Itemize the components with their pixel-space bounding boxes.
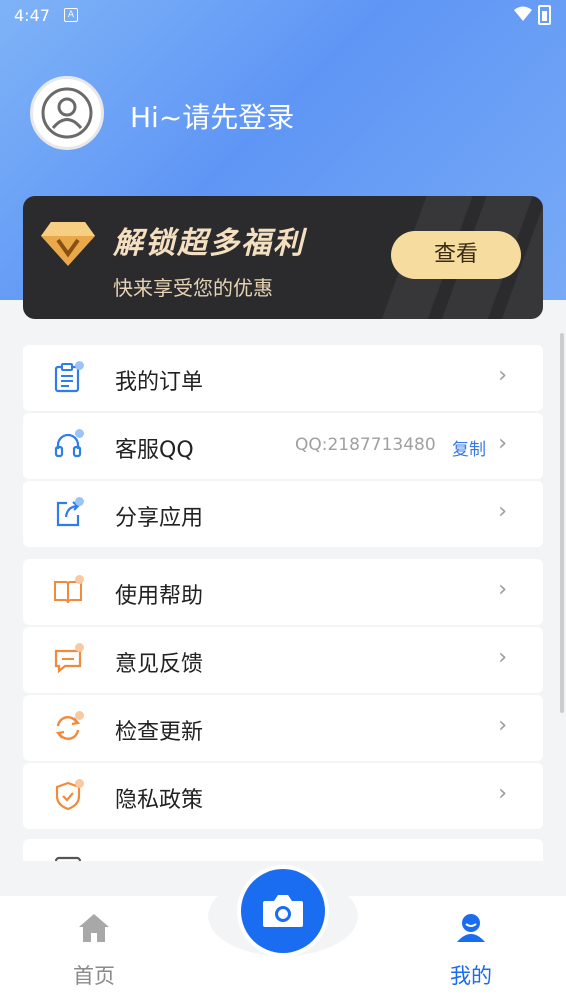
- tab-mine[interactable]: 我的: [421, 912, 521, 990]
- avatar[interactable]: [30, 76, 104, 150]
- wifi-icon: [514, 6, 532, 26]
- menu-item-label: 分享应用: [115, 506, 204, 531]
- login-prompt[interactable]: Hi~请先登录: [130, 96, 294, 136]
- menu-group-account: 我的订单 › 客服QQ QQ:2187713480 复制 › 分享应用 ›: [23, 345, 543, 549]
- icon-accent-dot: [75, 643, 84, 652]
- tab-home-label: 首页: [73, 964, 115, 988]
- menu-item-label: 使用帮助: [115, 584, 204, 609]
- icon-accent-dot: [75, 575, 84, 584]
- user-avatar-icon: [41, 87, 93, 139]
- chevron-right-icon: ›: [498, 713, 507, 738]
- vip-subtitle: 快来享受您的优惠: [113, 276, 273, 300]
- menu-item-share-app[interactable]: 分享应用 ›: [23, 481, 543, 547]
- icon-accent-dot: [75, 779, 84, 788]
- status-time: 4:47: [14, 6, 50, 25]
- chevron-right-icon: ›: [498, 499, 507, 524]
- vip-title: 解锁超多福利: [113, 226, 305, 261]
- chevron-right-icon: ›: [498, 363, 507, 388]
- camera-button[interactable]: [241, 869, 325, 953]
- chevron-right-icon: ›: [498, 781, 507, 806]
- icon-accent-dot: [75, 361, 84, 370]
- menu-item-label: 客服QQ: [115, 438, 194, 463]
- scrollbar[interactable]: [560, 333, 564, 713]
- vip-banner[interactable]: 解锁超多福利 快来享受您的优惠 查看: [23, 196, 543, 319]
- qq-number: QQ:2187713480: [295, 435, 436, 455]
- menu-item-label: 检查更新: [115, 720, 204, 745]
- notification-a-icon: A: [64, 8, 78, 22]
- menu-group-partial: [23, 839, 543, 861]
- status-bar: 4:47 A: [0, 0, 566, 30]
- menu-group-support: 使用帮助 › 意见反馈 › 检查更新 › 隐私政策 ›: [23, 559, 543, 831]
- icon-accent-dot: [75, 497, 84, 506]
- menu-item-privacy[interactable]: 隐私政策 ›: [23, 763, 543, 829]
- menu-item-customer-service[interactable]: 客服QQ QQ:2187713480 复制 ›: [23, 413, 543, 479]
- menu-item-check-update[interactable]: 检查更新 ›: [23, 695, 543, 761]
- icon-accent-dot: [75, 711, 84, 720]
- icon-accent-dot: [75, 429, 84, 438]
- chevron-right-icon: ›: [498, 645, 507, 670]
- camera-icon: [263, 895, 303, 927]
- menu-item-orders[interactable]: 我的订单 ›: [23, 345, 543, 411]
- user-profile-icon: [457, 914, 485, 942]
- menu-item-partial[interactable]: [23, 839, 543, 861]
- partial-menu-icon: [53, 855, 83, 861]
- menu-item-label: 我的订单: [115, 370, 204, 395]
- menu-item-feedback[interactable]: 意见反馈 ›: [23, 627, 543, 693]
- tab-mine-label: 我的: [450, 964, 492, 988]
- menu-item-label: 隐私政策: [115, 788, 204, 813]
- battery-icon: [538, 5, 551, 25]
- view-benefits-button[interactable]: 查看: [391, 231, 521, 279]
- copy-qq-button[interactable]: 复制: [452, 435, 486, 460]
- menu-item-help[interactable]: 使用帮助 ›: [23, 559, 543, 625]
- menu-item-label: 意见反馈: [115, 652, 204, 677]
- home-icon: [79, 914, 109, 942]
- tab-home[interactable]: 首页: [44, 912, 144, 990]
- chevron-right-icon: ›: [498, 431, 507, 456]
- diamond-icon: [41, 220, 95, 270]
- chevron-right-icon: ›: [498, 577, 507, 602]
